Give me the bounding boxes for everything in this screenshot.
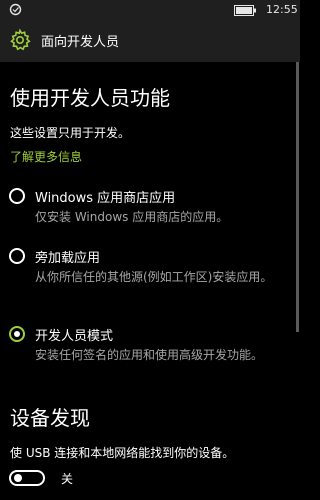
radio-description-sideload-apps: 从你所信任的其他源(例如工作区)安装应用。 [35, 270, 273, 284]
gear-icon [10, 28, 31, 51]
device-discovery-toggle[interactable] [9, 470, 45, 486]
scrollbar[interactable] [296, 62, 299, 332]
device-discovery-title: 设备发现 [10, 406, 90, 430]
radio-description-developer-mode: 安装任何签名的应用和使用高级开发功能。 [35, 348, 264, 362]
radio-label-store-apps: Windows 应用商店应用 [35, 191, 176, 206]
learn-more-link[interactable]: 了解更多信息 [10, 148, 82, 165]
developer-features-title: 使用开发人员功能 [10, 86, 170, 110]
radio-button-developer-mode[interactable] [9, 326, 25, 342]
radio-label-developer-mode: 开发人员模式 [35, 329, 114, 344]
radio-button-sideload-apps[interactable] [9, 248, 25, 264]
app-header: 面向开发人员 [0, 22, 300, 62]
developer-features-description: 这些设置只用于开发。 [10, 126, 131, 140]
status-bar: 12:55 [0, 0, 300, 22]
status-time: 12:55 [266, 3, 298, 16]
device-icon [9, 3, 22, 16]
radio-label-sideload-apps: 旁加载应用 [35, 251, 101, 266]
radio-description-store-apps: 仅安装 Windows 应用商店的应用。 [35, 210, 229, 224]
device-discovery-toggle-state: 关 [61, 472, 74, 486]
battery-icon [234, 5, 256, 16]
toggle-knob [14, 474, 22, 482]
device-discovery-description: 使 USB 连接和本地网络能找到你的设备。 [10, 446, 235, 460]
radio-button-store-apps[interactable] [9, 188, 25, 204]
settings-content[interactable]: 使用开发人员功能 这些设置只用于开发。 了解更多信息 Windows 应用商店应… [0, 62, 300, 500]
page-title: 面向开发人员 [41, 35, 120, 50]
